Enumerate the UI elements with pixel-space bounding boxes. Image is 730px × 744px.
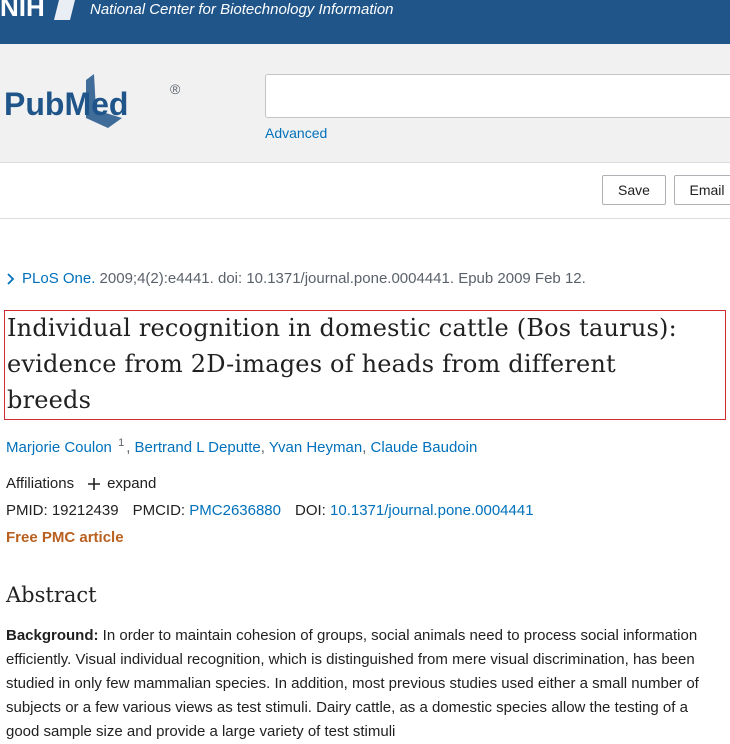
pmid-label: PMID:	[6, 502, 48, 519]
registered-mark: ®	[170, 81, 181, 97]
save-button[interactable]: Save	[602, 175, 666, 205]
title-highlight-box: Individual recognition in domestic cattl…	[4, 310, 726, 420]
ncbi-name-link[interactable]: National Center for Biotechnology Inform…	[90, 1, 394, 18]
identifiers-row: PMID: 19212439 PMCID: PMC2636880 DOI: 10.1…	[6, 502, 534, 519]
chevron-right-icon[interactable]	[6, 272, 16, 285]
pmid-value: 19212439	[51, 502, 119, 519]
citation-details: 2009;4(2):e4441. doi: 10.1371/journal.po…	[95, 270, 586, 287]
affiliations-row: Affiliations expand	[6, 475, 156, 492]
expand-label: expand	[107, 475, 157, 492]
author-link[interactable]: Yvan Heyman	[269, 439, 362, 456]
search-input[interactable]	[265, 74, 730, 118]
affiliations-label: Affiliations	[6, 475, 75, 492]
search-band: PubMed ® Advanced	[0, 44, 730, 163]
action-bar: Save Email	[0, 163, 730, 219]
free-pmc-article-link[interactable]: Free PMC article	[6, 529, 124, 546]
article-title: Individual recognition in domestic cattl…	[7, 314, 677, 414]
nih-logo[interactable]: NIH	[0, 0, 80, 20]
author-link[interactable]: Claude Baudoin	[371, 439, 478, 456]
background-label: Background:	[6, 627, 99, 644]
author-link[interactable]: Bertrand L Deputte	[135, 439, 261, 456]
journal-link[interactable]: PLoS One.	[22, 270, 95, 287]
doi-label: DOI:	[295, 502, 326, 519]
pmcid-label: PMCID:	[132, 502, 186, 519]
advanced-search-link[interactable]: Advanced	[265, 125, 327, 141]
plus-icon	[88, 477, 101, 490]
author-link[interactable]: Marjorie Coulon	[6, 439, 112, 456]
abstract-heading: Abstract	[6, 583, 97, 607]
background-text: In order to maintain cohesion of groups,…	[6, 627, 699, 740]
expand-affiliations-button[interactable]: expand	[88, 475, 156, 492]
author-list: Marjorie Coulon 1, Bertrand L Deputte, Y…	[6, 437, 478, 456]
pmcid-link[interactable]: PMC2636880	[189, 502, 281, 519]
ncbi-header: NIH National Center for Biotechnology In…	[0, 0, 730, 44]
citation-line: PLoS One. 2009;4(2):e4441. doi: 10.1371/…	[6, 270, 586, 287]
abstract-text: Background: In order to maintain cohesio…	[6, 624, 721, 744]
doi-link[interactable]: 10.1371/journal.pone.0004441	[330, 502, 534, 519]
affiliation-number[interactable]: 1	[118, 437, 124, 449]
email-button[interactable]: Email	[674, 175, 730, 205]
pubmed-logo[interactable]: PubMed ®	[4, 70, 190, 134]
nih-logo-text: NIH	[0, 0, 45, 20]
